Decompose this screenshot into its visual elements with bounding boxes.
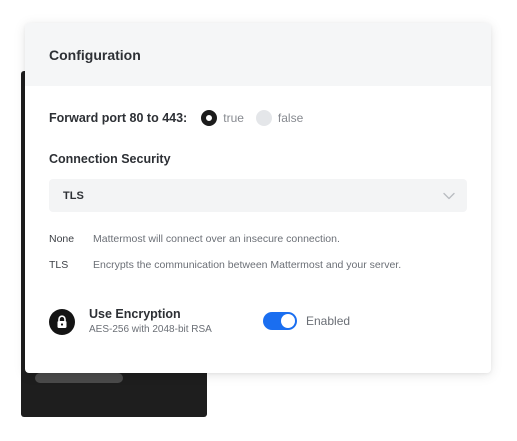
radio-false[interactable]: false — [255, 110, 304, 126]
radio-true[interactable]: true — [201, 110, 244, 126]
radio-true-label: true — [223, 111, 244, 125]
encryption-subtitle: AES-256 with 2048-bit RSA — [89, 324, 212, 335]
toggle-label: Enabled — [306, 313, 351, 328]
connection-security-label: Connection Security — [49, 152, 171, 166]
encryption-title: Use Encryption — [89, 307, 181, 321]
configuration-card: Configuration Forward port 80 to 443: tr… — [25, 23, 491, 373]
option-key: None — [49, 233, 75, 245]
forward-port-row: Forward port 80 to 443: true false — [49, 109, 315, 127]
toggle-knob — [281, 313, 295, 328]
option-key: TLS — [49, 259, 69, 271]
toggle-switch[interactable] — [263, 311, 297, 330]
background-panel-bar — [35, 373, 123, 383]
option-description: Encrypts the communication between Matte… — [93, 259, 402, 271]
security-options-list: None Mattermost will connect over an ins… — [49, 232, 401, 284]
option-row-tls: TLS Encrypts the communication between M… — [49, 258, 401, 272]
lock-icon — [49, 308, 75, 335]
forward-port-label: Forward port 80 to 443: — [49, 111, 188, 125]
encryption-text: Use Encryption AES-256 with 2048-bit RSA — [89, 306, 263, 337]
encryption-toggle[interactable]: Enabled — [263, 311, 351, 330]
stage: Configuration Forward port 80 to 443: tr… — [0, 0, 517, 441]
chevron-down-icon — [443, 192, 455, 199]
select-value: TLS — [63, 189, 84, 202]
connection-security-select[interactable]: TLS — [49, 179, 467, 212]
radio-checked-indicator — [201, 110, 218, 126]
card-header: Configuration — [25, 23, 491, 86]
encryption-row: Use Encryption AES-256 with 2048-bit RSA… — [49, 306, 469, 337]
radio-unchecked-indicator — [255, 110, 272, 126]
option-row-none: None Mattermost will connect over an ins… — [49, 232, 401, 246]
radio-false-label: false — [277, 111, 304, 125]
card-title: Configuration — [49, 46, 141, 63]
option-description: Mattermost will connect over an insecure… — [93, 233, 340, 245]
lock-glyph — [57, 314, 67, 328]
